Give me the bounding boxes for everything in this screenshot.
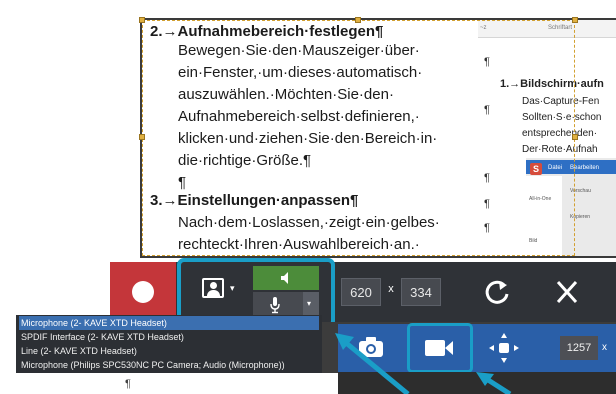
microphone-option[interactable]: Microphone (2- KAVE XTD Headset) <box>19 316 319 330</box>
reset-button[interactable] <box>482 276 514 308</box>
selection-handle[interactable] <box>139 134 145 140</box>
height-input[interactable]: 334 <box>401 278 441 306</box>
close-button[interactable] <box>550 276 584 308</box>
secondary-width-input[interactable]: 1257 <box>560 336 598 360</box>
background-screen-area <box>338 372 616 394</box>
capture-selection-frame[interactable] <box>142 20 575 256</box>
microphone-dropdown: Microphone (2- KAVE XTD Headset) SPDIF In… <box>16 315 322 373</box>
microphone-option[interactable]: SPDIF Interface (2- KAVE XTD Headset) <box>19 330 319 344</box>
close-icon <box>556 280 578 304</box>
record-icon <box>132 281 154 303</box>
selection-handle[interactable] <box>572 17 578 23</box>
reset-icon <box>485 280 509 304</box>
dimension-separator: x <box>388 283 394 295</box>
record-button[interactable] <box>110 262 176 322</box>
annotation-highlight <box>407 323 473 373</box>
secondary-capture-toolbar: 1257 x <box>338 324 616 372</box>
selection-handle[interactable] <box>355 17 361 23</box>
pilcrow: ¶ <box>125 378 131 390</box>
move-icon[interactable] <box>488 332 520 364</box>
camera-icon[interactable] <box>358 336 384 358</box>
width-input[interactable]: 620 <box>341 278 381 306</box>
microphone-option[interactable]: Line (2- KAVE XTD Headset) <box>19 344 319 358</box>
microphone-option[interactable]: Microphone (Philips SPC530NC PC Camera; … <box>19 358 319 372</box>
selection-handle[interactable] <box>572 134 578 140</box>
selection-handle[interactable] <box>139 17 145 23</box>
dimension-separator: x <box>602 342 607 353</box>
document-bottom <box>0 373 338 394</box>
